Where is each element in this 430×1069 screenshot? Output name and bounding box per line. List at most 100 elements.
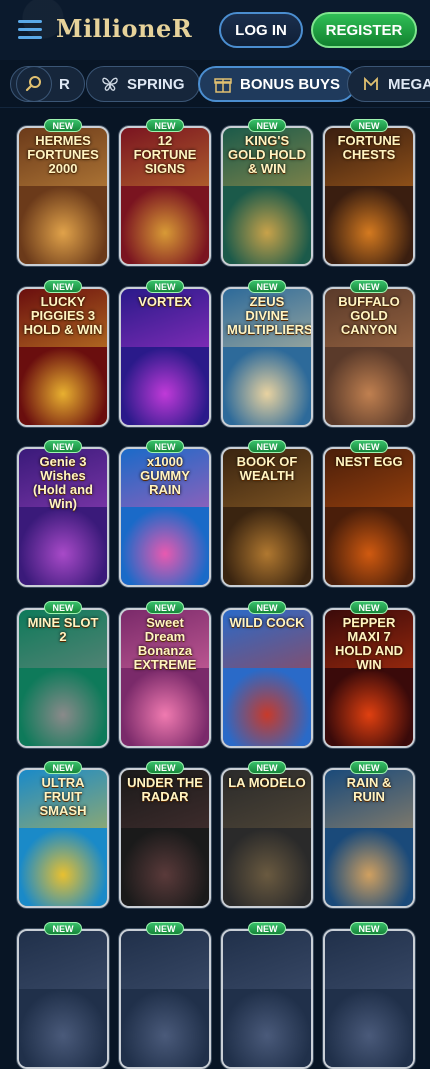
game-card[interactable] — [323, 929, 415, 1069]
game-title: PEPPER MAXI 7 HOLD AND WIN — [334, 615, 404, 672]
game-card[interactable]: 12 FORTUNE SIGNS — [119, 126, 211, 266]
game-title: BOOK OF WEALTH — [236, 454, 298, 483]
game-artwork — [19, 668, 107, 746]
game-artwork — [223, 186, 311, 264]
game-card[interactable]: MINE SLOT 2 — [17, 608, 109, 748]
game-artwork — [121, 186, 209, 264]
game-title: LUCKY PIGGIES 3 HOLD & WIN — [23, 294, 103, 337]
new-badge: NEW — [350, 119, 388, 132]
new-badge: NEW — [44, 761, 82, 774]
game-artwork — [325, 828, 413, 906]
search-icon — [25, 76, 41, 92]
game-title: VORTEX — [138, 294, 192, 309]
game-card[interactable]: Genie 3 Wishes (Hold and Win) — [17, 447, 109, 587]
hamburger-icon[interactable] — [18, 20, 42, 40]
game-title: MINE SLOT 2 — [27, 615, 99, 644]
game-artwork — [19, 828, 107, 906]
game-card[interactable]: VORTEX — [119, 287, 211, 427]
new-badge: NEW — [146, 601, 184, 614]
game-card[interactable]: RAIN & RUIN — [323, 768, 415, 908]
game-artwork — [19, 507, 107, 585]
new-badge: NEW — [44, 440, 82, 453]
game-card[interactable]: HERMES FORTUNES 2000 — [17, 126, 109, 266]
register-button[interactable]: REGISTER — [311, 12, 417, 48]
game-artwork — [223, 668, 311, 746]
game-card[interactable]: BUFFALO GOLD CANYON — [323, 287, 415, 427]
new-badge: NEW — [350, 440, 388, 453]
game-card[interactable]: BOOK OF WEALTH — [221, 447, 313, 587]
top-header: MillioneR LOG IN REGISTER — [0, 0, 430, 60]
new-badge: NEW — [146, 922, 184, 935]
game-artwork — [223, 347, 311, 425]
new-badge: NEW — [146, 119, 184, 132]
filter-pill-spring[interactable]: SPRING — [86, 66, 200, 102]
game-card[interactable] — [17, 929, 109, 1069]
game-card[interactable]: FORTUNE CHESTS — [323, 126, 415, 266]
new-badge: NEW — [44, 601, 82, 614]
game-artwork — [121, 347, 209, 425]
new-badge: NEW — [44, 280, 82, 293]
game-title: NEST EGG — [335, 454, 403, 469]
game-title: KING'S GOLD HOLD & WIN — [228, 133, 306, 176]
game-artwork — [121, 989, 209, 1067]
game-title: x1000 GUMMY RAIN — [140, 454, 190, 497]
game-artwork — [223, 828, 311, 906]
new-badge: NEW — [248, 440, 286, 453]
game-card[interactable]: NEST EGG — [323, 447, 415, 587]
game-card[interactable]: ZEUS DIVINE MULTIPLIERS — [221, 287, 313, 427]
game-title: Sweet Dream Bonanza EXTREME — [133, 615, 197, 672]
game-card[interactable]: LA MODELO — [221, 768, 313, 908]
filter-label: BONUS BUYS — [240, 75, 341, 93]
game-title: UNDER THE RADAR — [127, 775, 203, 804]
new-badge: NEW — [248, 601, 286, 614]
new-badge: NEW — [248, 119, 286, 132]
new-badge: NEW — [350, 601, 388, 614]
new-badge: NEW — [248, 280, 286, 293]
game-artwork — [121, 668, 209, 746]
game-title: ULTRA FRUIT SMASH — [39, 775, 87, 818]
game-card[interactable]: PEPPER MAXI 7 HOLD AND WIN — [323, 608, 415, 748]
game-title: ZEUS DIVINE MULTIPLIERS — [227, 294, 313, 337]
game-artwork — [19, 347, 107, 425]
game-card[interactable]: KING'S GOLD HOLD & WIN — [221, 126, 313, 266]
game-artwork — [325, 186, 413, 264]
filter-label: R — [59, 75, 70, 93]
new-badge: NEW — [44, 119, 82, 132]
game-title: BUFFALO GOLD CANYON — [338, 294, 400, 337]
game-artwork — [223, 507, 311, 585]
game-card[interactable]: LUCKY PIGGIES 3 HOLD & WIN — [17, 287, 109, 427]
game-card[interactable]: WILD COCK — [221, 608, 313, 748]
game-card[interactable]: x1000 GUMMY RAIN — [119, 447, 211, 587]
game-title: WILD COCK — [229, 615, 305, 630]
game-artwork — [223, 989, 311, 1067]
filter-pill-bonus-buys[interactable]: BONUS BUYS — [198, 66, 357, 102]
game-artwork — [325, 347, 413, 425]
m-icon — [362, 75, 380, 93]
new-badge: NEW — [146, 761, 184, 774]
new-badge: NEW — [350, 922, 388, 935]
search-button[interactable] — [16, 66, 52, 102]
game-artwork — [325, 507, 413, 585]
game-card[interactable]: ULTRA FRUIT SMASH — [17, 768, 109, 908]
game-card[interactable]: UNDER THE RADAR — [119, 768, 211, 908]
game-title: RAIN & RUIN — [346, 775, 392, 804]
login-button[interactable]: LOG IN — [219, 12, 303, 48]
new-badge: NEW — [350, 761, 388, 774]
game-artwork — [19, 186, 107, 264]
game-card[interactable] — [221, 929, 313, 1069]
new-badge: NEW — [248, 922, 286, 935]
filter-pill-megaw[interactable]: MEGAW — [347, 66, 430, 102]
game-title: HERMES FORTUNES 2000 — [27, 133, 99, 176]
new-badge: NEW — [350, 280, 388, 293]
new-badge: NEW — [146, 280, 184, 293]
game-card[interactable] — [119, 929, 211, 1069]
logo[interactable]: MillioneR — [56, 14, 192, 43]
new-badge: NEW — [248, 761, 286, 774]
game-artwork — [325, 668, 413, 746]
game-title: 12 FORTUNE SIGNS — [133, 133, 197, 176]
new-badge: NEW — [146, 440, 184, 453]
game-card[interactable]: Sweet Dream Bonanza EXTREME — [119, 608, 211, 748]
game-artwork — [121, 507, 209, 585]
game-artwork — [325, 989, 413, 1067]
game-title: Genie 3 Wishes (Hold and Win) — [33, 454, 93, 511]
